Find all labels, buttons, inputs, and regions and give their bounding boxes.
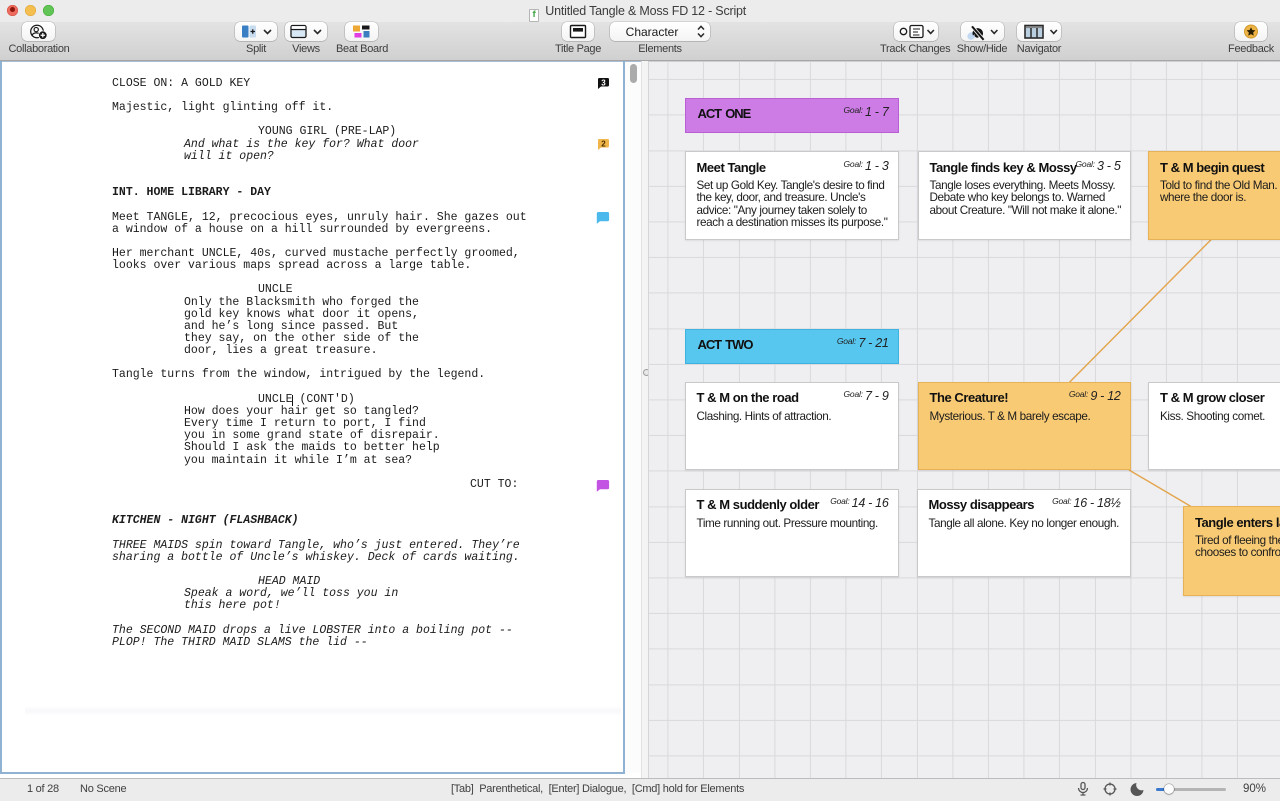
svg-text:3: 3 [601,78,606,87]
svg-text:2: 2 [601,139,606,148]
